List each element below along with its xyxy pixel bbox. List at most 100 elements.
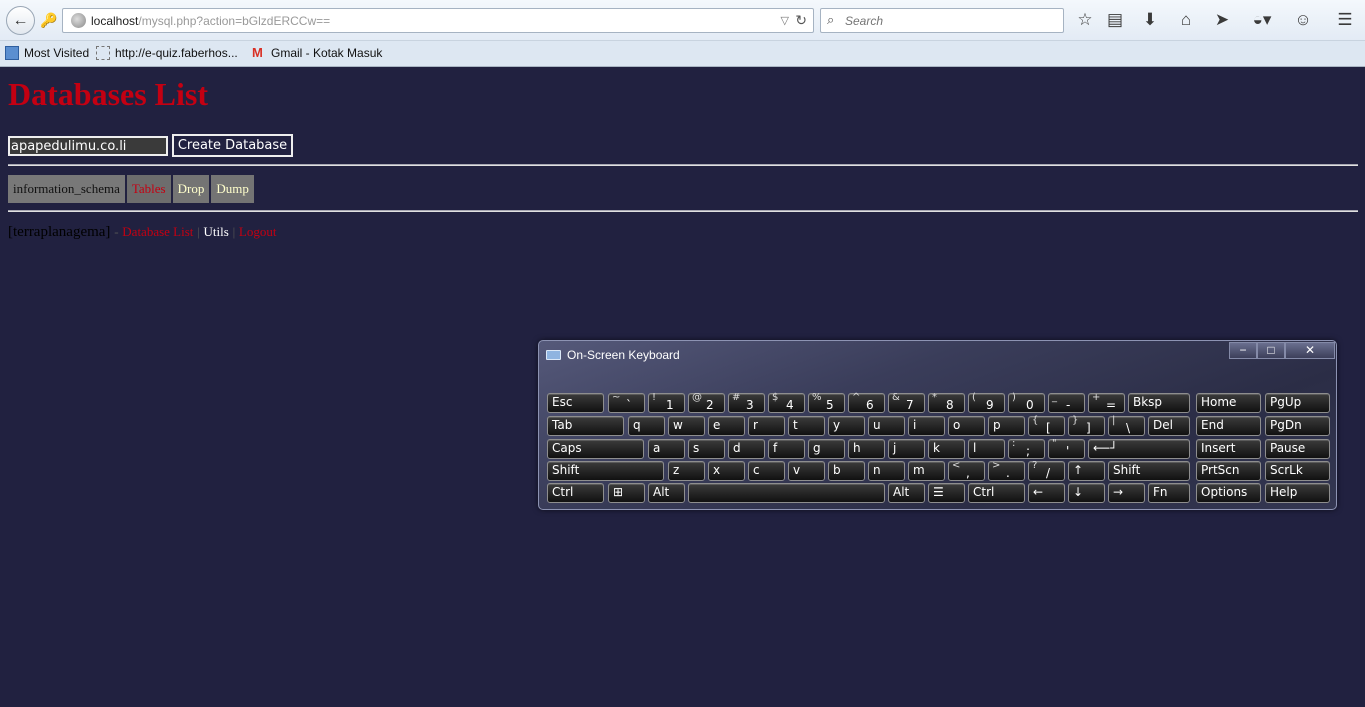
addon-dropdown-icon[interactable]: ◒▾ [1246, 9, 1278, 31]
dump-link[interactable]: Dump [211, 175, 254, 203]
key-b[interactable]: b [828, 461, 865, 481]
key-arrow-up[interactable]: ↑ [1068, 461, 1105, 481]
key-l[interactable]: l [968, 439, 1005, 459]
key-e[interactable]: e [708, 416, 745, 436]
reload-icon[interactable]: ↻ [795, 12, 807, 29]
key-a[interactable]: a [648, 439, 685, 459]
key-punct[interactable]: :; [1008, 438, 1045, 459]
maximize-button[interactable]: □ [1257, 342, 1285, 359]
key-fn[interactable]: Fn [1148, 483, 1190, 503]
key-t[interactable]: t [788, 416, 825, 436]
url-dropdown-icon[interactable]: ▽ [781, 14, 789, 27]
key-m[interactable]: m [908, 461, 945, 481]
key-j[interactable]: j [888, 439, 925, 459]
key-4[interactable]: $4 [768, 392, 805, 413]
logout-link[interactable]: Logout [239, 224, 277, 239]
key-c[interactable]: c [748, 461, 785, 481]
key-5[interactable]: % 5 [808, 392, 845, 413]
key-context-menu[interactable]: ☰ [928, 483, 965, 503]
key-caps[interactable]: Caps [547, 439, 644, 459]
menu-icon[interactable]: ☰ [1333, 9, 1357, 31]
key-z[interactable]: z [668, 461, 705, 481]
send-icon[interactable]: ➤ [1210, 9, 1234, 31]
bookmark-equiz[interactable]: http://e-quiz.faberhos... [96, 46, 238, 60]
key-arrow-down[interactable]: ↓ [1068, 483, 1105, 503]
key-u[interactable]: u [868, 416, 905, 436]
key-`[interactable]: ~ ` [608, 392, 645, 413]
key-punct[interactable]: ? / [1028, 460, 1065, 481]
key-p[interactable]: p [988, 416, 1025, 436]
key-esc[interactable]: Esc [547, 393, 604, 413]
back-button[interactable]: ← [6, 6, 35, 35]
key-del[interactable]: Del [1148, 416, 1190, 436]
key-enter[interactable]: ⟵┘ [1088, 439, 1190, 459]
key-0[interactable]: ) 0 [1008, 392, 1045, 413]
key-w[interactable]: w [668, 416, 705, 436]
key-tab[interactable]: Tab [547, 416, 624, 436]
key-backspace[interactable]: Bksp [1128, 393, 1190, 413]
key-punct[interactable]: <, [948, 460, 985, 481]
key-space[interactable] [688, 483, 885, 503]
home-icon[interactable]: ⌂ [1174, 9, 1198, 31]
database-name-input[interactable] [8, 136, 168, 156]
key-alt-right[interactable]: Alt [888, 483, 925, 503]
bookmark-gmail[interactable]: M Gmail - Kotak Masuk [252, 46, 382, 61]
key-o[interactable]: o [948, 416, 985, 436]
close-button[interactable]: ✕ [1285, 342, 1335, 359]
key-bracket[interactable]: | \ [1108, 415, 1145, 436]
search-bar[interactable]: ⌕ [820, 8, 1064, 33]
key-punct[interactable]: " ' [1048, 438, 1085, 459]
key-x[interactable]: x [708, 461, 745, 481]
key-windows[interactable]: ⊞ [608, 483, 645, 503]
key-v[interactable]: v [788, 461, 825, 481]
search-input[interactable] [845, 12, 1055, 30]
smiley-icon[interactable]: ☺ [1291, 9, 1315, 31]
key-6[interactable]: ^ 6 [848, 392, 885, 413]
bookmark-most-visited[interactable]: Most Visited [5, 46, 89, 60]
url-text[interactable]: localhost/mysql.php?action=bGlzdERCCw== [91, 14, 330, 28]
key-help[interactable]: Help [1265, 483, 1330, 503]
key-shift-right[interactable]: Shift [1108, 461, 1190, 481]
url-bar[interactable]: localhost/mysql.php?action=bGlzdERCCw== … [62, 8, 814, 33]
minimize-button[interactable]: − [1229, 342, 1257, 359]
key-ctrl-right[interactable]: Ctrl [968, 483, 1025, 503]
key-3[interactable]: #3 [728, 392, 765, 413]
bookmark-star-icon[interactable]: ☆ [1073, 9, 1097, 31]
reading-list-icon[interactable]: ▤ [1103, 9, 1127, 31]
key-y[interactable]: y [828, 416, 865, 436]
key-arrow-left[interactable]: ← [1028, 483, 1065, 503]
key-k[interactable]: k [928, 439, 965, 459]
key-arrow-right[interactable]: → [1108, 483, 1145, 503]
on-screen-keyboard-window[interactable]: On-Screen Keyboard − □ ✕ Esc ~ `! 1 @2 #3 $4% 5… [538, 340, 1337, 510]
key-pgup[interactable]: PgUp [1265, 393, 1330, 413]
key-scrlk[interactable]: ScrLk [1265, 461, 1330, 481]
key-n[interactable]: n [868, 461, 905, 481]
key-s[interactable]: s [688, 439, 725, 459]
key-options[interactable]: Options [1196, 483, 1261, 503]
key-bracket[interactable]: {[ [1028, 415, 1065, 436]
key-bracket[interactable]: }] [1068, 415, 1105, 436]
site-identity-key-icon[interactable]: 🔑 [38, 10, 60, 30]
key-insert[interactable]: Insert [1196, 439, 1261, 459]
key-2[interactable]: @2 [688, 392, 725, 413]
key-h[interactable]: h [848, 439, 885, 459]
key-punct[interactable]: >. [988, 460, 1025, 481]
key-q[interactable]: q [628, 416, 665, 436]
key-g[interactable]: g [808, 439, 845, 459]
key-7[interactable]: & 7 [888, 392, 925, 413]
key-alt-left[interactable]: Alt [648, 483, 685, 503]
key--[interactable]: _ - [1048, 392, 1085, 413]
key-pause[interactable]: Pause [1265, 439, 1330, 459]
key-shift-left[interactable]: Shift [547, 461, 664, 481]
key-pgdn[interactable]: PgDn [1265, 416, 1330, 436]
key-9[interactable]: (9 [968, 392, 1005, 413]
key-8[interactable]: * 8 [928, 392, 965, 413]
key-=[interactable]: + = [1088, 392, 1125, 413]
database-list-link[interactable]: Database List [122, 224, 193, 239]
key-i[interactable]: i [908, 416, 945, 436]
download-icon[interactable]: ⬇ [1138, 9, 1162, 31]
drop-link[interactable]: Drop [172, 175, 210, 203]
key-1[interactable]: ! 1 [648, 392, 685, 413]
key-end[interactable]: End [1196, 416, 1261, 436]
key-d[interactable]: d [728, 439, 765, 459]
